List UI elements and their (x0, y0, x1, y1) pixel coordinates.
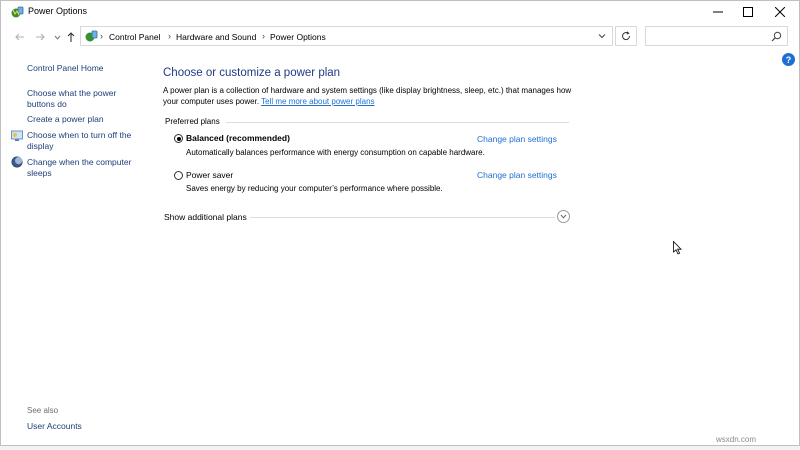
chevron-down-icon (54, 35, 60, 40)
balanced-change-settings-link[interactable]: Change plan settings (477, 134, 557, 144)
back-button[interactable] (13, 30, 27, 44)
refresh-icon (622, 31, 631, 41)
forward-arrow-icon (36, 33, 45, 41)
minimize-button[interactable] (702, 1, 734, 23)
breadcrumb-separator-icon: › (262, 31, 265, 41)
balanced-plan-radio[interactable] (174, 134, 183, 143)
window-title: Power Options (28, 6, 88, 16)
power-saver-plan-description: Saves energy by reducing your computer’s… (186, 184, 443, 193)
close-button[interactable] (764, 1, 796, 23)
power-saver-plan-name[interactable]: Power saver (186, 170, 233, 180)
expand-plans-button[interactable] (557, 210, 570, 223)
breadcrumb-separator-icon: › (168, 31, 171, 41)
show-additional-plans-label[interactable]: Show additional plans (164, 212, 247, 222)
navigation-bar: › Control Panel › Hardware and Sound › P… (1, 25, 799, 49)
left-pane: Control Panel Home Choose what the power… (1, 51, 151, 443)
refresh-button[interactable] (615, 26, 637, 46)
search-box[interactable] (645, 26, 788, 46)
bottom-strip (0, 446, 800, 450)
back-arrow-icon (15, 33, 24, 41)
power-options-window: Power Options › Control Panel › Hardware… (0, 0, 800, 446)
minimize-icon (713, 11, 723, 13)
chevron-down-icon (560, 214, 567, 219)
preferred-plans-label: Preferred plans (165, 117, 220, 126)
balanced-plan-name[interactable]: Balanced (recommended) (186, 133, 290, 143)
balanced-plan-description: Automatically balances performance with … (186, 148, 485, 157)
breadcrumb-power-options[interactable]: Power Options (270, 32, 326, 42)
group-divider (226, 122, 569, 123)
address-bar[interactable]: › Control Panel › Hardware and Sound › P… (80, 26, 613, 46)
breadcrumb-hardware-and-sound[interactable]: Hardware and Sound (176, 32, 256, 42)
sidebar-item-display-off[interactable]: Choose when to turn off the display (27, 130, 145, 152)
search-input[interactable] (648, 29, 772, 45)
maximize-button[interactable] (732, 1, 764, 23)
breadcrumb-separator-icon: › (100, 31, 103, 41)
sidebar-item-create-plan[interactable]: Create a power plan (27, 114, 145, 125)
user-accounts-link[interactable]: User Accounts (27, 421, 145, 432)
page-title: Choose or customize a power plan (163, 67, 341, 79)
control-panel-icon (85, 30, 98, 42)
address-history-button[interactable] (595, 29, 609, 43)
close-icon (775, 7, 785, 17)
watermark: wsxdn.com (716, 435, 757, 444)
recent-locations-button[interactable] (50, 30, 64, 44)
help-button[interactable]: ? (782, 53, 795, 66)
power-saver-plan-radio[interactable] (174, 171, 183, 180)
see-also-heading: See also (27, 406, 59, 415)
moon-icon (11, 156, 23, 168)
learn-more-link[interactable]: Tell me more about power plans (261, 97, 374, 106)
sidebar-item-sleep[interactable]: Change when the computer sleeps (27, 157, 145, 179)
up-button[interactable] (64, 30, 78, 44)
display-icon (11, 130, 23, 141)
power-saver-change-settings-link[interactable]: Change plan settings (477, 170, 557, 180)
forward-button[interactable] (33, 30, 47, 44)
sidebar-item-power-buttons[interactable]: Choose what the power buttons do (27, 88, 145, 110)
chevron-down-icon (598, 34, 606, 39)
breadcrumb-control-panel[interactable]: Control Panel (109, 32, 161, 42)
page-description: A power plan is a collection of hardware… (163, 86, 583, 107)
control-panel-home-link[interactable]: Control Panel Home (27, 63, 145, 74)
title-bar: Power Options (1, 1, 799, 23)
power-options-app-icon (11, 6, 24, 18)
maximize-icon (743, 7, 753, 17)
search-icon (771, 31, 782, 42)
mouse-cursor-icon (673, 241, 682, 255)
up-arrow-icon (67, 32, 75, 42)
show-additional-divider (250, 217, 555, 218)
